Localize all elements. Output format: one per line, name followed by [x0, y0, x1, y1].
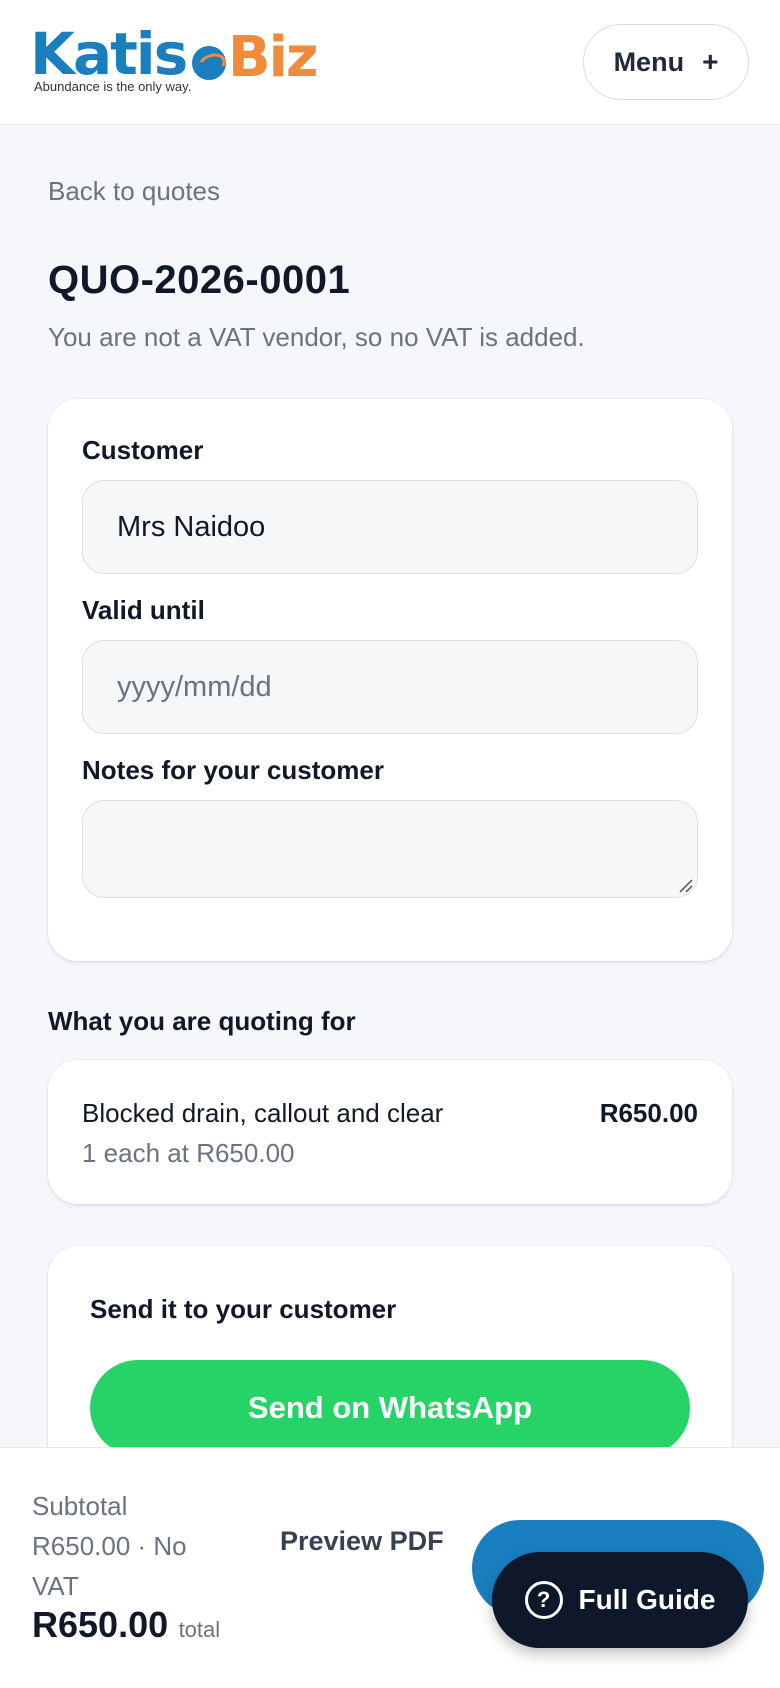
item-name: Blocked drain, callout and clear	[82, 1098, 444, 1128]
quote-details-card: Customer Mrs Naidoo Valid until yyyy/mm/…	[48, 399, 732, 961]
line-item[interactable]: Blocked drain, callout and clear R650.00…	[48, 1060, 732, 1204]
back-to-quotes-link[interactable]: Back to quotes	[48, 176, 220, 207]
logo-tagline: Abundance is the only way.	[34, 79, 192, 94]
globe-icon	[192, 46, 226, 80]
total-row: R650.00 total	[32, 1604, 220, 1646]
valid-until-field[interactable]: yyyy/mm/dd	[82, 640, 698, 734]
menu-button[interactable]: Menu +	[583, 24, 749, 100]
app-header: Katis Biz Abundance is the only way. Men…	[0, 0, 780, 125]
notes-label: Notes for your customer	[82, 755, 384, 785]
logo-text-biz: Biz	[228, 25, 318, 90]
full-guide-label: Full Guide	[578, 1584, 716, 1615]
subtotal-value: R650.00 · No VAT	[32, 1531, 187, 1601]
katisbiz-logo[interactable]: Katis Biz Abundance is the only way.	[30, 24, 330, 104]
send-whatsapp-button[interactable]: Send on WhatsApp	[90, 1360, 690, 1456]
vat-note: You are not a VAT vendor, so no VAT is a…	[48, 322, 585, 352]
preview-pdf-button[interactable]: Preview PDF	[280, 1526, 444, 1557]
notes-textarea[interactable]	[82, 800, 698, 898]
full-guide-button[interactable]: ? Full Guide	[492, 1552, 748, 1648]
send-title: Send it to your customer	[90, 1294, 397, 1324]
items-section-heading: What you are quoting for	[48, 1006, 356, 1036]
subtotal-label: Subtotal	[32, 1491, 128, 1521]
menu-label: Menu	[613, 46, 685, 77]
customer-field[interactable]: Mrs Naidoo	[82, 480, 698, 574]
total-word: total	[178, 1617, 221, 1642]
customer-label: Customer	[82, 435, 204, 465]
help-icon: ?	[524, 1581, 563, 1619]
total-amount: R650.00	[32, 1604, 169, 1645]
plus-icon: +	[702, 46, 719, 77]
logo-text-katis: Katis	[30, 20, 188, 88]
item-detail: 1 each at R650.00	[82, 1138, 295, 1168]
page-title: QUO-2026-0001	[48, 258, 351, 302]
item-price: R650.00	[599, 1098, 698, 1128]
valid-until-label: Valid until	[82, 595, 205, 625]
resize-handle-icon[interactable]	[677, 877, 693, 893]
